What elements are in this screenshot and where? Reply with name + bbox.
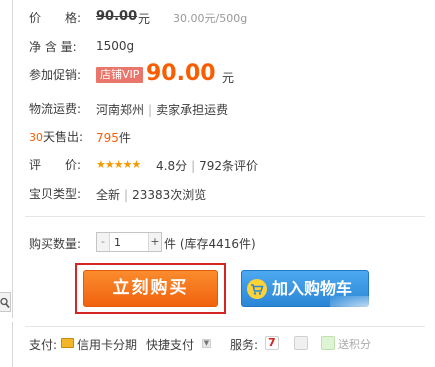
left-panel-edge-bottom	[0, 322, 13, 367]
rating-info: 4.8分 | 792条评价	[156, 157, 258, 174]
shipping-separator: |	[148, 103, 153, 117]
watermark-overlay	[330, 296, 420, 326]
quantity-plus-button[interactable]: +	[148, 233, 161, 251]
stock-info: 件 (库存4416件)	[164, 237, 256, 251]
sales-days: 30	[29, 131, 43, 144]
credit-card-icon	[61, 338, 74, 348]
quantity-label: 购买数量:	[29, 237, 82, 251]
seven-day-return-icon[interactable]: 7	[265, 336, 279, 350]
quantity-stepper[interactable]: - +	[96, 232, 162, 252]
shipping-row: 物流运费:	[29, 101, 81, 117]
payment-label: 支付:	[29, 338, 58, 352]
magnifier-icon	[0, 297, 10, 309]
credit-card-installment-link[interactable]: 信用卡分期	[77, 336, 137, 353]
sales-count: 795	[96, 131, 119, 145]
item-views: 23383次浏览	[132, 188, 207, 202]
net-weight-label: 净 含 量:	[29, 40, 77, 54]
promotion-row: 参加促销:	[29, 67, 81, 83]
promotion-label: 参加促销:	[29, 68, 82, 82]
shipping-location: 河南郑州	[96, 103, 145, 117]
express-pay-link[interactable]: 快捷支付	[146, 336, 194, 353]
price-row: 价 格:	[29, 10, 81, 26]
points-service-icon[interactable]	[321, 336, 335, 350]
item-type-row: 宝贝类型:	[29, 186, 81, 202]
rating-reviews[interactable]: 792条评价	[199, 159, 258, 173]
service-icon-2[interactable]	[294, 336, 308, 350]
original-price: 90.00	[96, 9, 138, 24]
payment-service-bar: 支付: 信用卡分期 快捷支付 ▼ 服务: 7 送积分	[25, 333, 435, 355]
net-weight-row: 净 含 量:	[29, 39, 77, 55]
promotion-currency: 元	[222, 71, 235, 85]
rating-score: 4.8分	[156, 159, 188, 173]
sales-label-text: 天售出:	[43, 130, 84, 144]
shopping-cart-icon	[247, 279, 267, 299]
promotion-price: 90.00	[146, 61, 216, 86]
shipping-label: 物流运费:	[29, 102, 82, 116]
rating-row: 评 价:	[29, 157, 81, 173]
sales-row: 30天售出:	[29, 129, 83, 146]
rating-stars: ★★★★★	[96, 158, 141, 171]
quantity-minus-button[interactable]: -	[97, 233, 110, 251]
chevron-down-icon[interactable]: ▼	[202, 339, 211, 348]
sales-unit: 件	[118, 131, 131, 145]
service-label: 服务:	[230, 338, 259, 352]
quantity-input[interactable]	[112, 234, 148, 250]
seven-day-return-label: 7	[268, 336, 276, 349]
price-label: 价 格:	[29, 11, 82, 25]
unit-price: 30.00元/500g	[173, 12, 248, 25]
item-type-label: 宝贝类型:	[29, 187, 82, 201]
points-service-label: 送积分	[338, 338, 371, 351]
rating-label: 评 价:	[29, 158, 82, 172]
rating-separator: |	[191, 159, 196, 173]
sales-value: 795件	[96, 129, 131, 146]
item-type-info: 全新 | 23383次浏览	[96, 186, 206, 203]
vip-badge: 店铺VIP	[96, 67, 144, 83]
item-condition: 全新	[96, 188, 121, 202]
bottom-divider	[25, 326, 425, 327]
price-currency: 元	[138, 12, 151, 26]
left-panel-edge	[0, 0, 13, 318]
sales-label: 30天售出:	[29, 129, 83, 146]
net-weight-value: 1500g	[96, 39, 135, 53]
item-type-separator: |	[124, 188, 129, 202]
buy-now-button[interactable]: 立刻购买	[83, 270, 218, 307]
zoom-button[interactable]	[0, 292, 11, 312]
section-divider	[25, 216, 425, 217]
shipping-info: 河南郑州 | 卖家承担运费	[96, 101, 228, 118]
shipping-fee: 卖家承担运费	[156, 103, 229, 117]
